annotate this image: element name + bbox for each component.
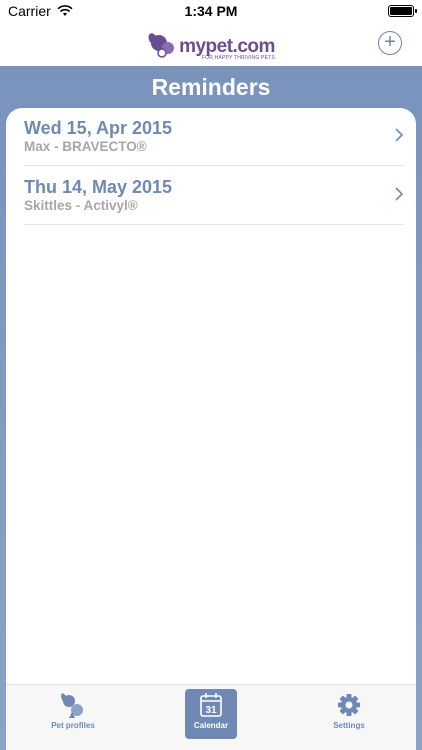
tab-settings[interactable]: Settings — [323, 689, 375, 739]
reminder-date: Thu 14, May 2015 — [24, 177, 173, 197]
logo-tagline: FOR HAPPY THRIVING PETS — [201, 55, 275, 61]
status-bar: Carrier 1:34 PM — [0, 0, 422, 22]
wifi-icon — [57, 5, 73, 16]
page-title: Reminders — [151, 74, 271, 100]
tab-label: Calendar — [193, 721, 229, 730]
tab-pet-profiles[interactable]: Pet profiles — [47, 689, 99, 739]
calendar-day: 31 — [205, 705, 217, 716]
tab-bar: Pet profiles 31 Calendar Settings — [6, 684, 416, 750]
reminders-list: Wed 15, Apr 2015 Max - BRAVECTO® Thu 14,… — [6, 108, 416, 684]
plus-circle-icon: + — [384, 31, 396, 53]
logo-pets-mark-icon — [148, 33, 175, 58]
chevron-right-icon — [395, 187, 404, 201]
reminder-detail: Max - BRAVECTO® — [24, 139, 147, 154]
status-left: Carrier — [8, 3, 73, 19]
reminder-row[interactable]: Thu 14, May 2015 Skittles - Activyl® — [24, 167, 404, 225]
nav-bar: mypet.com FOR HAPPY THRIVING PETS + — [0, 22, 422, 66]
tab-label: Settings — [333, 721, 365, 730]
mypet-logo: mypet.com FOR HAPPY THRIVING PETS — [147, 27, 275, 61]
reminder-detail: Skittles - Activyl® — [24, 198, 138, 213]
tab-label: Pet profiles — [51, 721, 95, 730]
tab-calendar[interactable]: 31 Calendar — [185, 689, 237, 739]
calendar-icon: 31 — [200, 693, 222, 717]
carrier-label: Carrier — [8, 3, 51, 19]
pets-icon — [61, 693, 83, 718]
add-reminder-button[interactable]: + — [378, 31, 402, 55]
gear-icon — [338, 694, 360, 716]
logo-text: mypet.com — [179, 36, 275, 57]
reminder-date: Wed 15, Apr 2015 — [24, 118, 173, 138]
reminder-row[interactable]: Wed 15, Apr 2015 Max - BRAVECTO® — [24, 108, 404, 166]
chevron-right-icon — [395, 128, 404, 142]
battery-icon — [388, 5, 417, 17]
